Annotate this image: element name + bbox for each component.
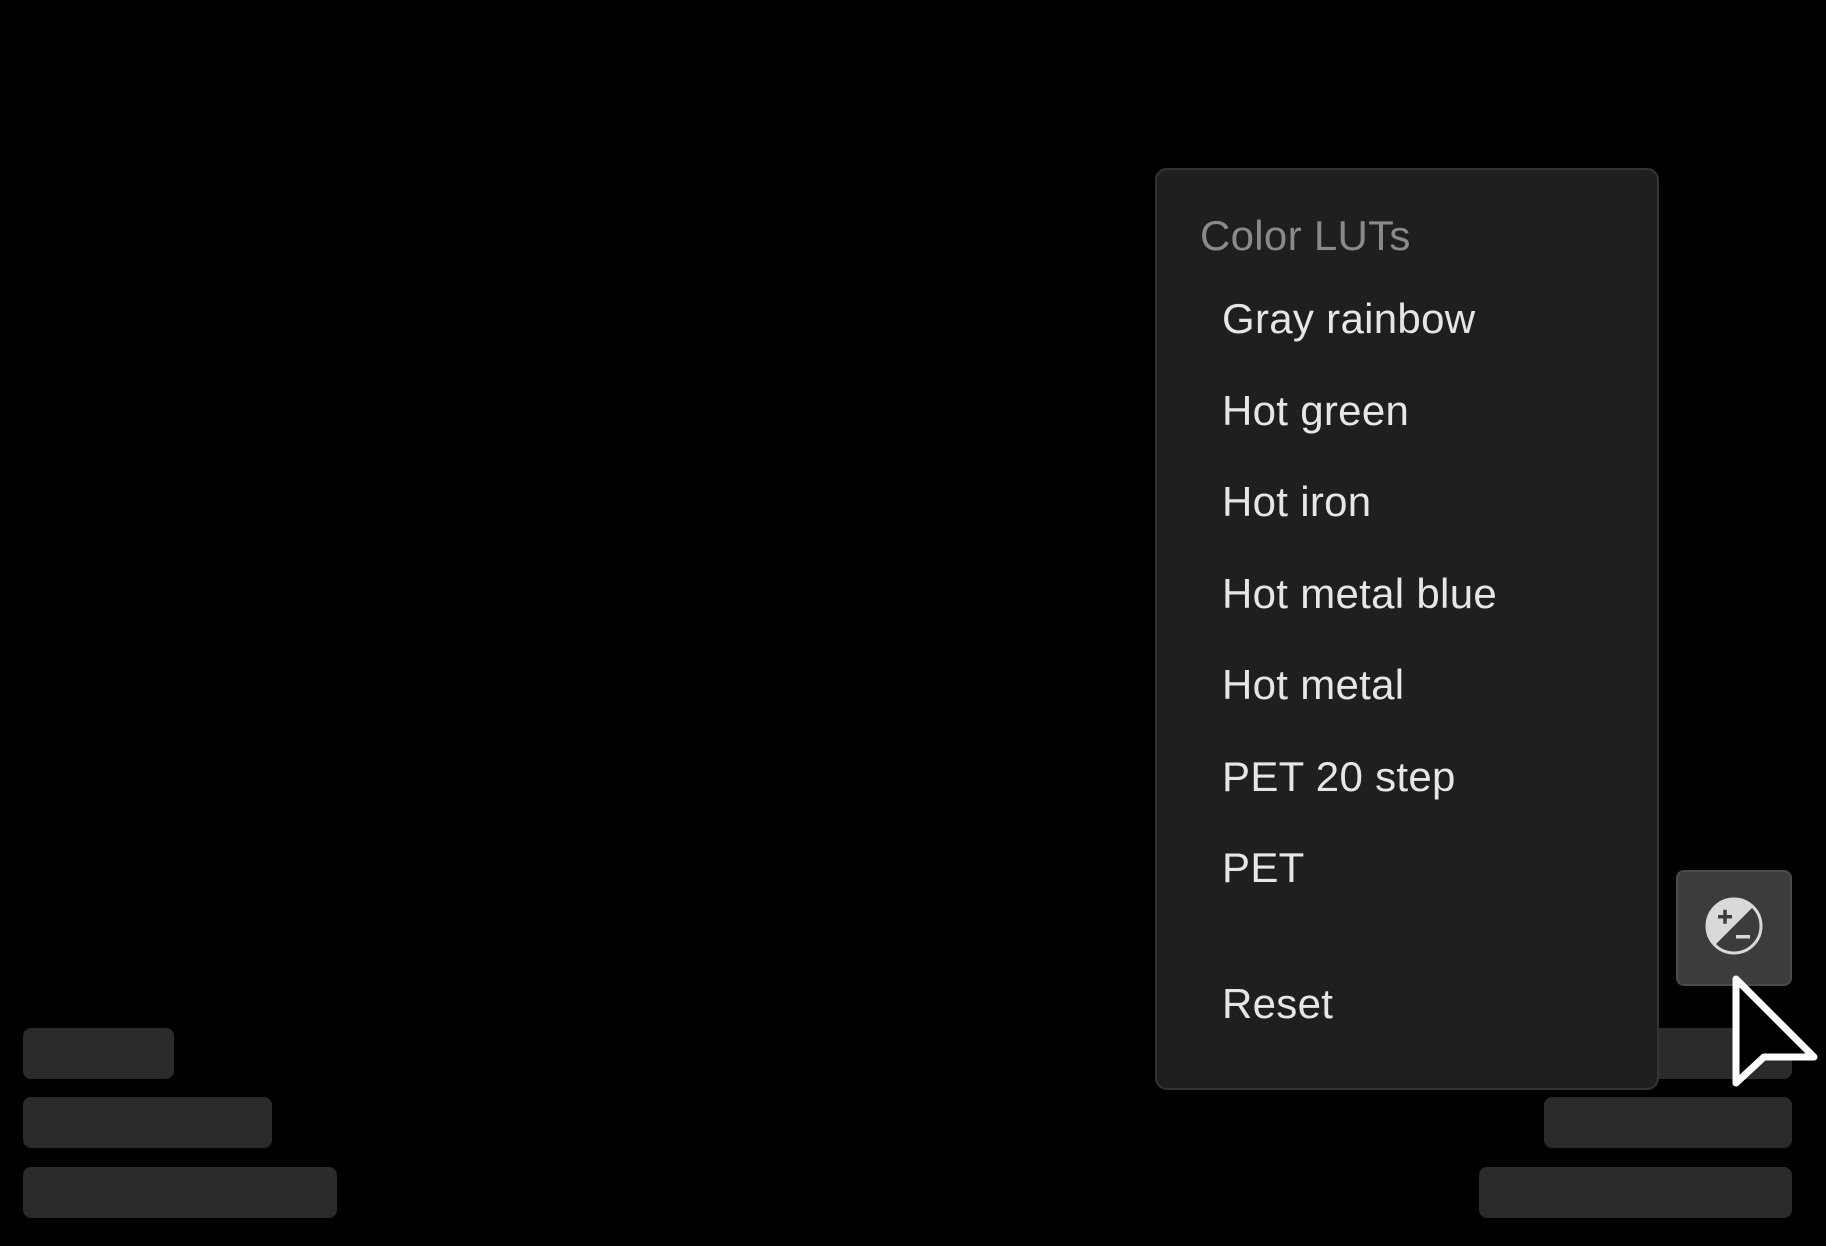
menu-item-hot-green[interactable]: Hot green	[1222, 387, 1409, 435]
right-overlay-placeholder-1	[1640, 1028, 1792, 1079]
menu-item-gray-rainbow[interactable]: Gray rainbow	[1222, 295, 1475, 343]
menu-item-hot-iron[interactable]: Hot iron	[1222, 478, 1371, 526]
menu-item-pet[interactable]: PET	[1222, 844, 1305, 892]
left-overlay-placeholder-2	[23, 1097, 272, 1148]
right-overlay-placeholder-3	[1479, 1167, 1792, 1218]
color-lut-menu: Color LUTs Gray rainbow Hot green Hot ir…	[1155, 168, 1659, 1090]
menu-item-hot-metal-blue[interactable]: Hot metal blue	[1222, 570, 1497, 618]
left-overlay-placeholder-1	[23, 1028, 174, 1079]
menu-item-reset[interactable]: Reset	[1222, 980, 1333, 1028]
exposure-plus-minus-icon	[1705, 897, 1763, 960]
menu-header: Color LUTs	[1200, 212, 1411, 259]
menu-item-pet-20-step[interactable]: PET 20 step	[1222, 753, 1456, 801]
left-overlay-placeholder-3	[23, 1167, 337, 1218]
right-overlay-placeholder-2	[1544, 1097, 1792, 1148]
color-lut-button[interactable]	[1676, 870, 1792, 986]
menu-item-hot-metal[interactable]: Hot metal	[1222, 661, 1404, 709]
viewer-viewport[interactable]: Color LUTs Gray rainbow Hot green Hot ir…	[0, 0, 1826, 1246]
